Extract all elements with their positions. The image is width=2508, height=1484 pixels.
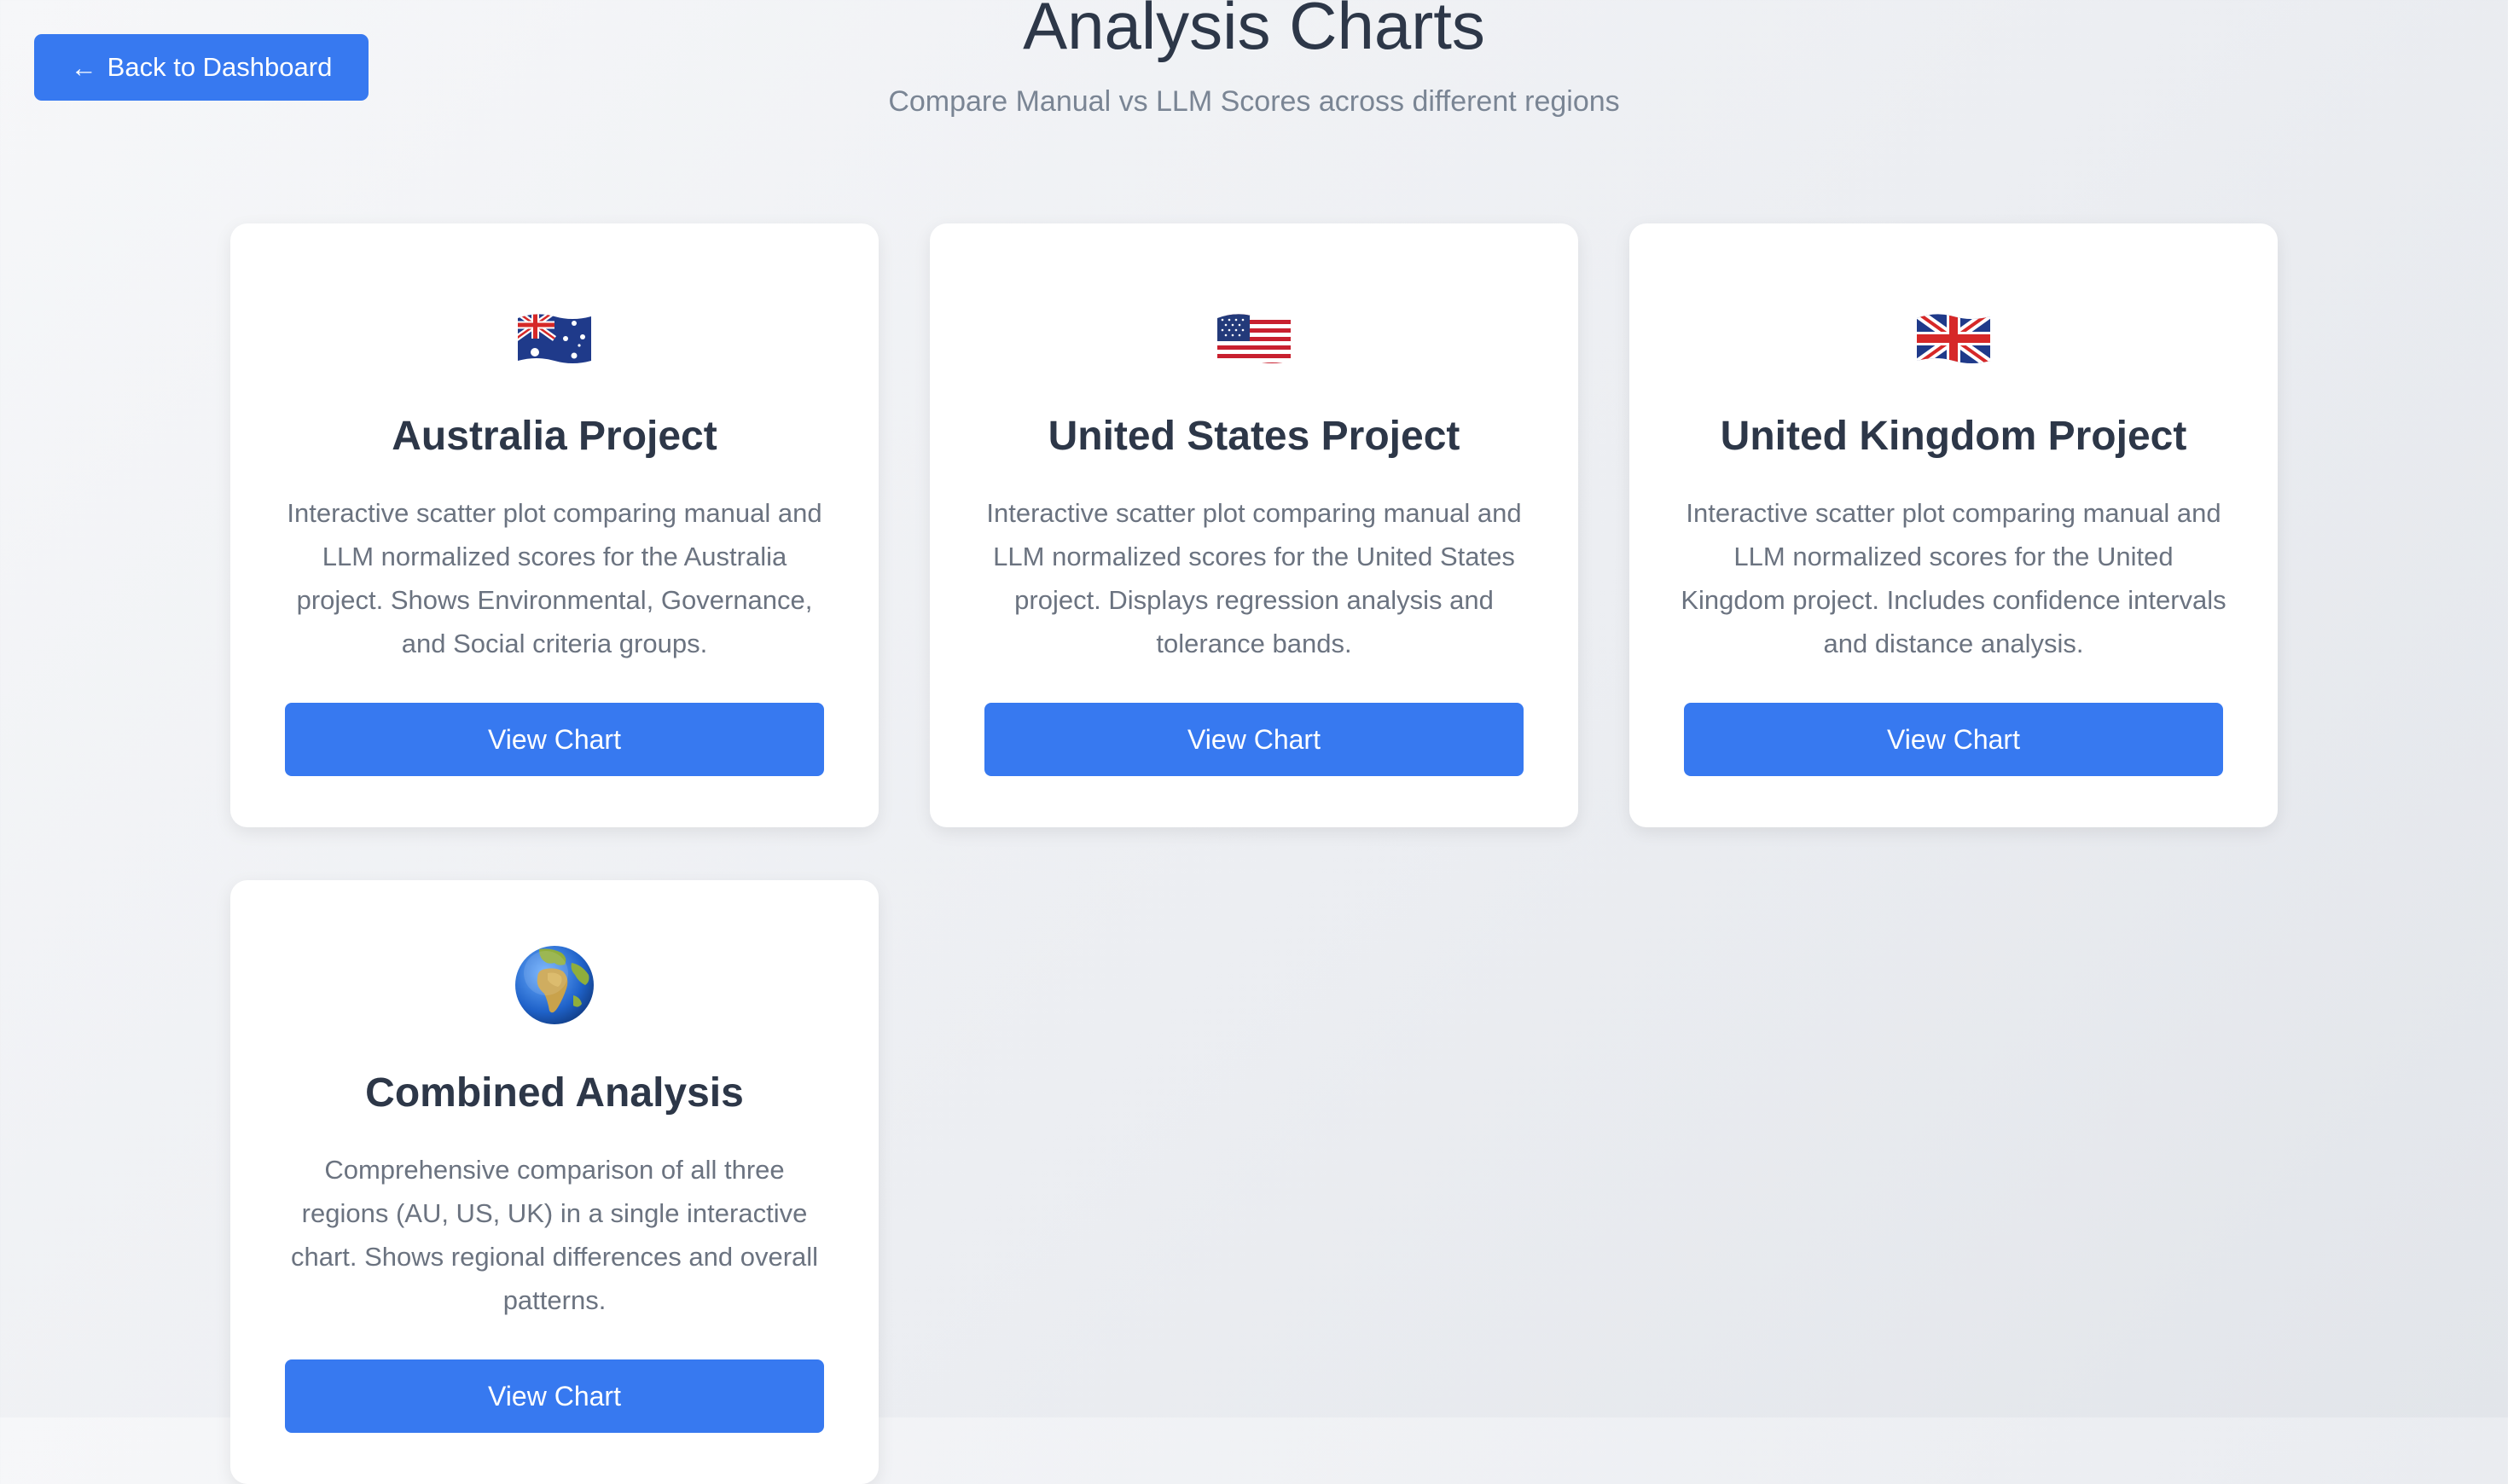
card-description: Interactive scatter plot comparing manua… — [287, 498, 822, 658]
chart-card-united-states: United States Project Interactive scatte… — [930, 223, 1578, 827]
card-title: Australia Project — [392, 414, 717, 459]
view-chart-label: View Chart — [1887, 723, 2020, 755]
page-title: Analysis Charts — [1023, 0, 1485, 63]
view-chart-button[interactable]: View Chart — [285, 703, 824, 776]
uk-flag-icon — [1629, 292, 2278, 385]
view-chart-label: View Chart — [1187, 723, 1321, 755]
card-title: United Kingdom Project — [1720, 414, 2187, 459]
globe-icon — [230, 938, 879, 1032]
view-chart-label: View Chart — [488, 723, 621, 755]
australia-flag-icon — [230, 292, 879, 385]
card-description: Interactive scatter plot comparing manua… — [1681, 498, 2226, 658]
view-chart-button[interactable]: View Chart — [1684, 703, 2223, 776]
us-flag-icon — [930, 292, 1578, 385]
view-chart-button[interactable]: View Chart — [984, 703, 1524, 776]
card-title: Combined Analysis — [365, 1070, 744, 1116]
chart-card-australia: Australia Project Interactive scatter pl… — [230, 223, 879, 827]
card-title: United States Project — [1048, 414, 1460, 459]
chart-card-united-kingdom: United Kingdom Project Interactive scatt… — [1629, 223, 2278, 827]
card-description: Interactive scatter plot comparing manua… — [986, 498, 1522, 658]
page-subtitle: Compare Manual vs LLM Scores across diff… — [888, 85, 1620, 118]
view-chart-label: View Chart — [488, 1380, 621, 1412]
card-description: Comprehensive comparison of all three re… — [290, 1155, 819, 1315]
chart-card-combined: Combined Analysis Comprehensive comparis… — [230, 880, 879, 1484]
view-chart-button[interactable]: View Chart — [285, 1359, 824, 1433]
